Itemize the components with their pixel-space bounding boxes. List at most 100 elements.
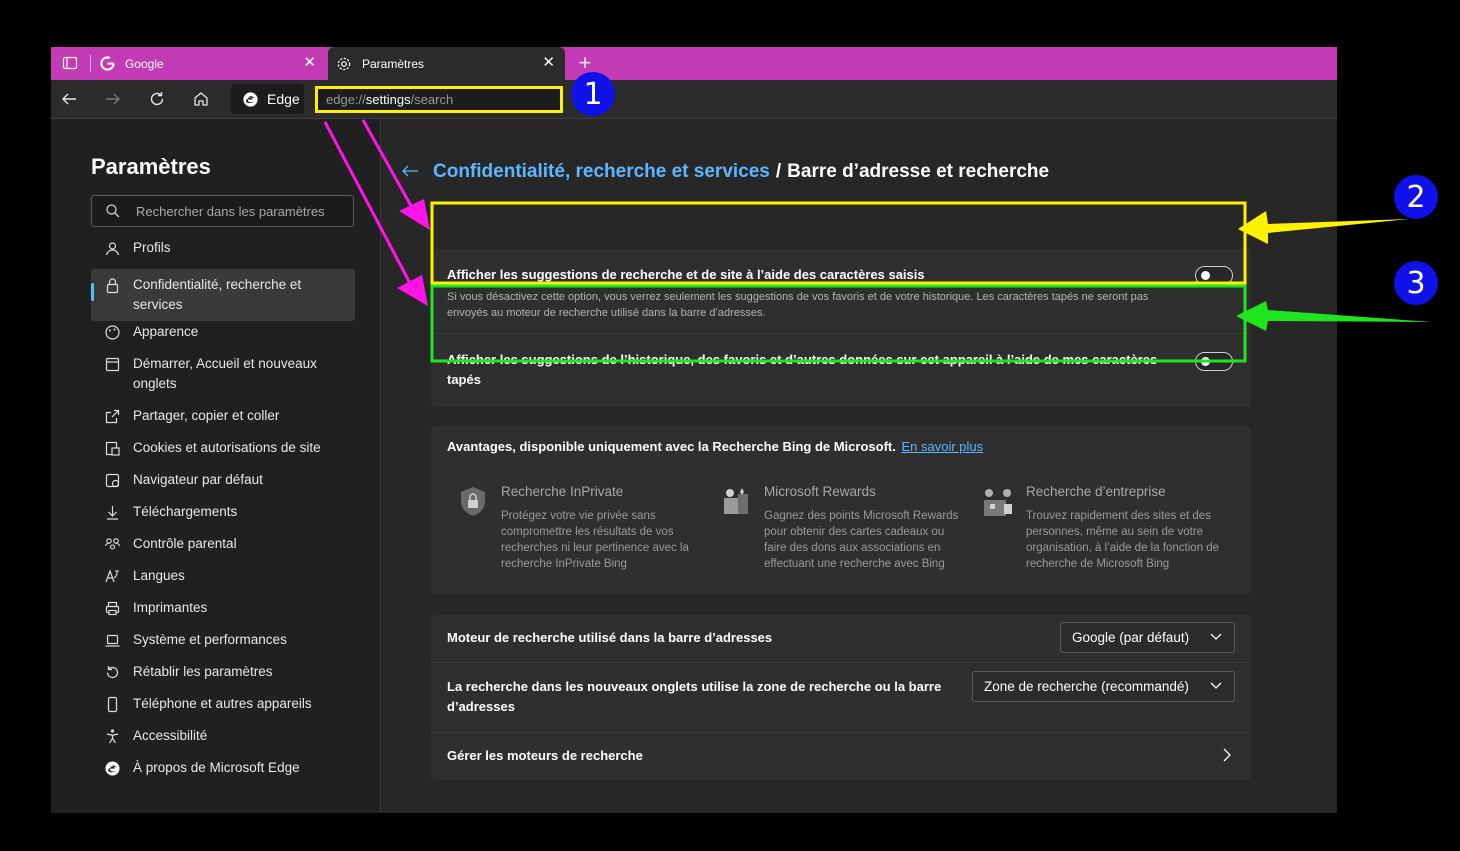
sidebar-item-label: Navigateur par défaut <box>133 472 263 487</box>
toggle-row-search-suggestions: Afficher les suggestions de recherche et… <box>447 265 1187 321</box>
search-engine-select[interactable]: Google (par défaut) <box>1060 622 1235 653</box>
sidebar-item-7[interactable]: Navigateur par défaut <box>91 470 355 490</box>
tab-title: Google <box>125 56 164 71</box>
sidebar-item-label: Téléchargements <box>133 504 238 519</box>
tab-bar: Google ✕ Paramètres ✕ + <box>51 47 1337 80</box>
language-icon <box>104 568 121 585</box>
bing-benefits-card: Avantages, disponible uniquement avec la… <box>431 426 1251 594</box>
sidebar-item-label: Cookies et autorisations de site <box>133 440 321 455</box>
reset-icon <box>104 664 121 681</box>
settings-sidebar: Paramètres Profils Confidentialité, reche… <box>51 119 381 813</box>
page-title: Barre d’adresse et recherche <box>787 161 1050 182</box>
row-title: Afficher les suggestions de l’historique… <box>447 352 1158 387</box>
edge-identity-chip[interactable]: Edge <box>231 84 304 114</box>
sidebar-item-label: Téléphone et autres appareils <box>133 696 312 711</box>
sidebar-item-12[interactable]: Système et performances <box>91 630 355 650</box>
sidebar-item-13[interactable]: Rétablir les paramètres <box>91 662 355 682</box>
history-suggestions-toggle[interactable] <box>1195 352 1233 371</box>
sidebar-item-2[interactable]: Confidentialité, recherche et services <box>91 269 355 321</box>
breadcrumb: Confidentialité, recherche et services /… <box>401 161 1049 183</box>
sidebar-item-label: Démarrer, Accueil et nouveaux onglets <box>133 356 317 391</box>
tab-google[interactable]: Google ✕ <box>91 47 326 80</box>
learn-more-link[interactable]: En savoir plus <box>901 439 983 454</box>
sidebar-item-14[interactable]: Téléphone et autres appareils <box>91 694 355 714</box>
close-tab-icon[interactable]: ✕ <box>542 55 555 70</box>
sidebar-item-label: Apparence <box>133 324 199 339</box>
settings-content: Confidentialité, recherche et services /… <box>381 119 1337 813</box>
printer-icon <box>104 600 121 617</box>
address-prefix: edge:// <box>326 92 366 107</box>
sidebar-item-15[interactable]: Accessibilité <box>91 726 355 746</box>
share-icon <box>104 408 121 425</box>
address-path: settings <box>365 92 411 107</box>
feature-title: Microsoft Rewards <box>764 484 876 499</box>
edge-label: Edge <box>267 91 300 107</box>
sidebar-item-label: Partager, copier et coller <box>133 408 280 423</box>
feature-title: Recherche d’entreprise <box>1026 484 1166 499</box>
sidebar-item-10[interactable]: Langues <box>91 566 355 586</box>
sidebar-title: Paramètres <box>91 154 211 179</box>
feature-description: Trouvez rapidement des sites et des pers… <box>1026 510 1220 570</box>
select-value: Zone de recherche (recommandé) <box>984 679 1189 694</box>
sidebar-item-9[interactable]: Contrôle parental <box>91 534 355 554</box>
feature-description: Protégez votre vie privée sans compromet… <box>501 510 689 570</box>
suggestions-card: Afficher les suggestions de recherche et… <box>431 249 1251 407</box>
navigation-toolbar: Edge edge://settings/search <box>51 80 1337 119</box>
settings-search-box[interactable] <box>91 195 354 227</box>
tab-settings[interactable]: Paramètres ✕ <box>328 47 565 80</box>
browser-icon <box>104 472 121 489</box>
chevron-right-icon <box>1223 748 1231 762</box>
sidebar-item-4[interactable]: Démarrer, Accueil et nouveaux onglets <box>91 354 355 394</box>
sidebar-item-5[interactable]: Partager, copier et coller <box>91 406 355 426</box>
address-bar[interactable]: edge://settings/search <box>315 86 563 113</box>
forward-icon[interactable] <box>99 85 127 113</box>
rewards-icon <box>718 484 754 520</box>
sidebar-item-3[interactable]: Apparence <box>91 322 355 342</box>
address-suffix: /search <box>410 92 454 107</box>
sidebar-item-label: À propos de Microsoft Edge <box>133 760 300 775</box>
family-icon <box>104 536 121 553</box>
row-description: Si vous désactivez cette option, vous ve… <box>447 291 1149 319</box>
sidebar-item-16[interactable]: À propos de Microsoft Edge <box>91 758 355 778</box>
browser-window: Google ✕ Paramètres ✕ + Edge edge:// set… <box>51 47 1337 813</box>
back-arrow-icon[interactable] <box>401 162 419 183</box>
search-input[interactable] <box>134 202 338 220</box>
sidebar-item-1[interactable]: Profils <box>91 238 355 258</box>
back-icon[interactable] <box>55 85 83 113</box>
manage-engines-row[interactable]: Gérer les moteurs de recherche <box>431 733 1251 780</box>
sidebar-item-11[interactable]: Imprimantes <box>91 598 355 618</box>
palette-icon <box>104 324 121 341</box>
toggle-row-history-suggestions: Afficher les suggestions de l’historique… <box>447 350 1187 390</box>
manage-engines-label: Gérer les moteurs de recherche <box>447 748 643 763</box>
edge-icon <box>242 91 259 108</box>
annotation-badge-1: 1 <box>571 72 615 116</box>
divider <box>431 333 1251 334</box>
sidebar-item-label: Imprimantes <box>133 600 208 615</box>
tab-actions-icon[interactable] <box>56 49 84 77</box>
sidebar-item-label: Langues <box>133 568 185 583</box>
sidebar-item-label: Profils <box>133 240 171 255</box>
feature-title: Recherche InPrivate <box>501 484 624 499</box>
sidebar-item-label: Système et performances <box>133 632 287 647</box>
sidebar-item-label: Accessibilité <box>133 728 208 743</box>
edge-icon <box>104 760 121 777</box>
sidebar-item-label: Rétablir les paramètres <box>133 664 273 679</box>
close-tab-icon[interactable]: ✕ <box>303 55 316 70</box>
chevron-down-icon <box>1210 679 1222 691</box>
refresh-icon[interactable] <box>143 85 171 113</box>
breadcrumb-parent-link[interactable]: Confidentialité, recherche et services <box>433 161 770 183</box>
laptop-icon <box>104 632 121 649</box>
newtab-search-select[interactable]: Zone de recherche (recommandé) <box>972 671 1235 702</box>
accessibility-icon <box>104 728 121 745</box>
search-suggestions-toggle[interactable] <box>1195 266 1233 285</box>
bing-benefits-header: Avantages, disponible uniquement avec la… <box>447 439 983 454</box>
sidebar-item-label: Contrôle parental <box>133 536 237 551</box>
home-icon[interactable] <box>187 85 215 113</box>
sidebar-item-8[interactable]: Téléchargements <box>91 502 355 522</box>
gear-icon <box>336 56 352 72</box>
search-icon <box>106 204 120 218</box>
breadcrumb-separator: / <box>775 161 782 182</box>
bing-benefits-title: Avantages, disponible uniquement avec la… <box>447 439 896 454</box>
sidebar-item-6[interactable]: Cookies et autorisations de site <box>91 438 355 458</box>
select-value: Google (par défaut) <box>1072 630 1190 645</box>
